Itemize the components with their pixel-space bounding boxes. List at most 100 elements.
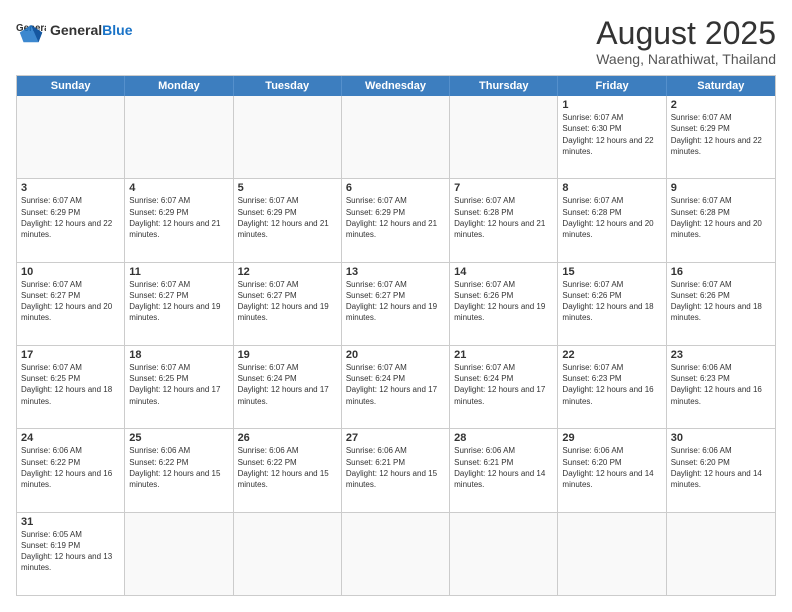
day-number: 24 (21, 432, 120, 444)
calendar-day-18: 18Sunrise: 6:07 AM Sunset: 6:25 PM Dayli… (125, 346, 233, 428)
calendar-day-3: 3Sunrise: 6:07 AM Sunset: 6:29 PM Daylig… (17, 179, 125, 261)
day-number: 18 (129, 349, 228, 361)
day-info: Sunrise: 6:06 AM Sunset: 6:22 PM Dayligh… (238, 445, 337, 490)
day-info: Sunrise: 6:06 AM Sunset: 6:22 PM Dayligh… (21, 445, 120, 490)
day-info: Sunrise: 6:06 AM Sunset: 6:20 PM Dayligh… (671, 445, 771, 490)
calendar-day-30: 30Sunrise: 6:06 AM Sunset: 6:20 PM Dayli… (667, 429, 775, 511)
day-info: Sunrise: 6:07 AM Sunset: 6:29 PM Dayligh… (21, 195, 120, 240)
day-number: 17 (21, 349, 120, 361)
calendar-day-27: 27Sunrise: 6:06 AM Sunset: 6:21 PM Dayli… (342, 429, 450, 511)
calendar: SundayMondayTuesdayWednesdayThursdayFrid… (16, 75, 776, 596)
day-number: 4 (129, 182, 228, 194)
calendar-day-10: 10Sunrise: 6:07 AM Sunset: 6:27 PM Dayli… (17, 263, 125, 345)
title-area: August 2025 Waeng, Narathiwat, Thailand (596, 16, 776, 67)
day-info: Sunrise: 6:07 AM Sunset: 6:23 PM Dayligh… (562, 362, 661, 407)
calendar-day-4: 4Sunrise: 6:07 AM Sunset: 6:29 PM Daylig… (125, 179, 233, 261)
calendar-page: General GeneralBlue August 2025 Waeng, N… (0, 0, 792, 612)
month-title: August 2025 (596, 16, 776, 51)
calendar-day-8: 8Sunrise: 6:07 AM Sunset: 6:28 PM Daylig… (558, 179, 666, 261)
calendar-day-22: 22Sunrise: 6:07 AM Sunset: 6:23 PM Dayli… (558, 346, 666, 428)
day-number: 9 (671, 182, 771, 194)
day-number: 16 (671, 266, 771, 278)
day-number: 6 (346, 182, 445, 194)
day-number: 8 (562, 182, 661, 194)
calendar-day-23: 23Sunrise: 6:06 AM Sunset: 6:23 PM Dayli… (667, 346, 775, 428)
calendar-day-2: 2Sunrise: 6:07 AM Sunset: 6:29 PM Daylig… (667, 96, 775, 178)
day-info: Sunrise: 6:07 AM Sunset: 6:27 PM Dayligh… (238, 279, 337, 324)
weekday-header-thursday: Thursday (450, 76, 558, 96)
day-info: Sunrise: 6:07 AM Sunset: 6:26 PM Dayligh… (562, 279, 661, 324)
day-info: Sunrise: 6:06 AM Sunset: 6:21 PM Dayligh… (454, 445, 553, 490)
day-number: 29 (562, 432, 661, 444)
header: General GeneralBlue August 2025 Waeng, N… (16, 16, 776, 67)
day-number: 13 (346, 266, 445, 278)
day-number: 25 (129, 432, 228, 444)
weekday-header-wednesday: Wednesday (342, 76, 450, 96)
calendar-day-9: 9Sunrise: 6:07 AM Sunset: 6:28 PM Daylig… (667, 179, 775, 261)
calendar-day-empty (342, 513, 450, 595)
day-number: 11 (129, 266, 228, 278)
calendar-week-5: 31Sunrise: 6:05 AM Sunset: 6:19 PM Dayli… (17, 512, 775, 595)
calendar-day-empty (558, 513, 666, 595)
day-info: Sunrise: 6:07 AM Sunset: 6:28 PM Dayligh… (454, 195, 553, 240)
calendar-day-empty (17, 96, 125, 178)
day-number: 12 (238, 266, 337, 278)
day-number: 2 (671, 99, 771, 111)
day-number: 1 (562, 99, 661, 111)
day-info: Sunrise: 6:06 AM Sunset: 6:20 PM Dayligh… (562, 445, 661, 490)
weekday-header-saturday: Saturday (667, 76, 775, 96)
day-number: 15 (562, 266, 661, 278)
calendar-body: 1Sunrise: 6:07 AM Sunset: 6:30 PM Daylig… (17, 96, 775, 595)
calendar-day-24: 24Sunrise: 6:06 AM Sunset: 6:22 PM Dayli… (17, 429, 125, 511)
calendar-day-15: 15Sunrise: 6:07 AM Sunset: 6:26 PM Dayli… (558, 263, 666, 345)
calendar-day-29: 29Sunrise: 6:06 AM Sunset: 6:20 PM Dayli… (558, 429, 666, 511)
day-number: 30 (671, 432, 771, 444)
day-info: Sunrise: 6:07 AM Sunset: 6:26 PM Dayligh… (454, 279, 553, 324)
calendar-day-1: 1Sunrise: 6:07 AM Sunset: 6:30 PM Daylig… (558, 96, 666, 178)
calendar-day-19: 19Sunrise: 6:07 AM Sunset: 6:24 PM Dayli… (234, 346, 342, 428)
calendar-day-25: 25Sunrise: 6:06 AM Sunset: 6:22 PM Dayli… (125, 429, 233, 511)
logo-blue: Blue (102, 22, 132, 38)
day-info: Sunrise: 6:07 AM Sunset: 6:24 PM Dayligh… (454, 362, 553, 407)
calendar-day-empty (125, 96, 233, 178)
day-number: 3 (21, 182, 120, 194)
day-info: Sunrise: 6:07 AM Sunset: 6:30 PM Dayligh… (562, 112, 661, 157)
day-info: Sunrise: 6:06 AM Sunset: 6:23 PM Dayligh… (671, 362, 771, 407)
day-number: 23 (671, 349, 771, 361)
calendar-day-20: 20Sunrise: 6:07 AM Sunset: 6:24 PM Dayli… (342, 346, 450, 428)
calendar-day-21: 21Sunrise: 6:07 AM Sunset: 6:24 PM Dayli… (450, 346, 558, 428)
calendar-week-0: 1Sunrise: 6:07 AM Sunset: 6:30 PM Daylig… (17, 96, 775, 178)
calendar-day-13: 13Sunrise: 6:07 AM Sunset: 6:27 PM Dayli… (342, 263, 450, 345)
calendar-day-6: 6Sunrise: 6:07 AM Sunset: 6:29 PM Daylig… (342, 179, 450, 261)
day-number: 27 (346, 432, 445, 444)
location: Waeng, Narathiwat, Thailand (596, 51, 776, 67)
day-info: Sunrise: 6:06 AM Sunset: 6:21 PM Dayligh… (346, 445, 445, 490)
logo-icon: General (16, 16, 46, 46)
calendar-day-11: 11Sunrise: 6:07 AM Sunset: 6:27 PM Dayli… (125, 263, 233, 345)
calendar-day-empty (450, 513, 558, 595)
day-info: Sunrise: 6:07 AM Sunset: 6:29 PM Dayligh… (238, 195, 337, 240)
day-number: 21 (454, 349, 553, 361)
logo-text-area: GeneralBlue (50, 23, 132, 38)
calendar-day-empty (125, 513, 233, 595)
calendar-day-5: 5Sunrise: 6:07 AM Sunset: 6:29 PM Daylig… (234, 179, 342, 261)
day-number: 14 (454, 266, 553, 278)
calendar-day-14: 14Sunrise: 6:07 AM Sunset: 6:26 PM Dayli… (450, 263, 558, 345)
day-number: 5 (238, 182, 337, 194)
calendar-day-7: 7Sunrise: 6:07 AM Sunset: 6:28 PM Daylig… (450, 179, 558, 261)
day-info: Sunrise: 6:07 AM Sunset: 6:25 PM Dayligh… (21, 362, 120, 407)
weekday-header-tuesday: Tuesday (234, 76, 342, 96)
calendar-day-17: 17Sunrise: 6:07 AM Sunset: 6:25 PM Dayli… (17, 346, 125, 428)
day-number: 7 (454, 182, 553, 194)
weekday-header-friday: Friday (558, 76, 666, 96)
day-number: 19 (238, 349, 337, 361)
day-info: Sunrise: 6:07 AM Sunset: 6:24 PM Dayligh… (238, 362, 337, 407)
day-info: Sunrise: 6:07 AM Sunset: 6:26 PM Dayligh… (671, 279, 771, 324)
calendar-week-2: 10Sunrise: 6:07 AM Sunset: 6:27 PM Dayli… (17, 262, 775, 345)
weekday-header-sunday: Sunday (17, 76, 125, 96)
calendar-day-16: 16Sunrise: 6:07 AM Sunset: 6:26 PM Dayli… (667, 263, 775, 345)
day-number: 31 (21, 516, 120, 528)
day-info: Sunrise: 6:07 AM Sunset: 6:29 PM Dayligh… (129, 195, 228, 240)
day-info: Sunrise: 6:07 AM Sunset: 6:28 PM Dayligh… (671, 195, 771, 240)
day-info: Sunrise: 6:07 AM Sunset: 6:27 PM Dayligh… (129, 279, 228, 324)
